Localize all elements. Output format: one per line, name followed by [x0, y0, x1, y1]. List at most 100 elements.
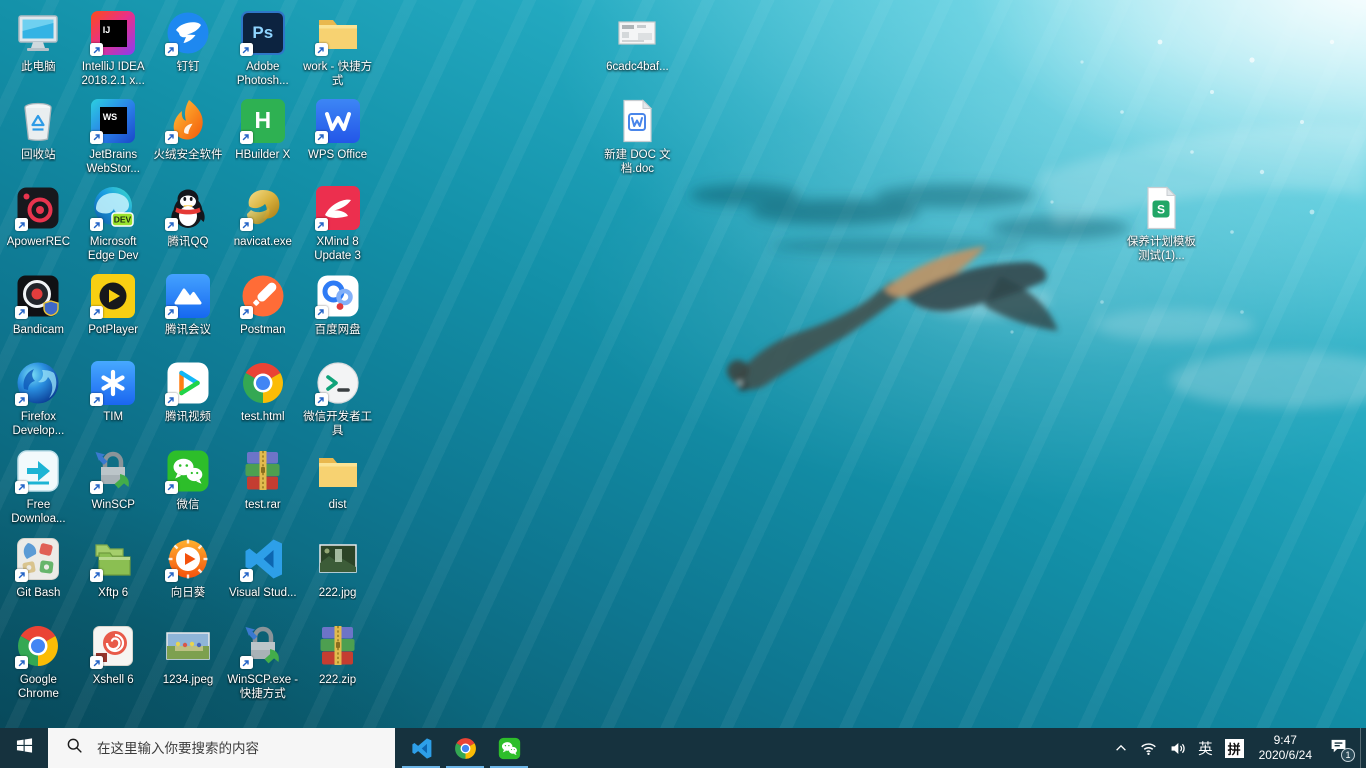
taskbar-app-wechat[interactable]: [487, 728, 531, 768]
desktop-icon-huorong[interactable]: 火绒安全软件: [151, 94, 226, 182]
idea-icon: IJ: [89, 9, 137, 57]
desktop-icon-folder[interactable]: dist: [300, 444, 375, 532]
shortcut-arrow-icon: [90, 43, 103, 56]
desktop-icon-xftp[interactable]: Xftp 6: [76, 532, 151, 620]
taskbar-app-vscode[interactable]: [399, 728, 443, 768]
show-desktop-button[interactable]: [1360, 728, 1366, 768]
desktop-icon-hbuilderx[interactable]: H HBuilder X: [225, 94, 300, 182]
desktop-icon-wps[interactable]: WPS Office: [300, 94, 375, 182]
volume-icon[interactable]: [1163, 728, 1192, 768]
shortcut-arrow-icon: [315, 131, 328, 144]
image-thumb-icon: [613, 9, 661, 57]
shortcut-arrow-icon: [15, 306, 28, 319]
network-wifi-icon[interactable]: [1134, 728, 1163, 768]
ime-pinyin-icon: 拼: [1225, 739, 1244, 758]
desktop-icon-label: XMind 8 Update 3: [302, 235, 374, 263]
desktop-icon-tencent-meeting[interactable]: 腾讯会议: [151, 269, 226, 357]
desktop-icon-wechat-devtools[interactable]: 微信开发者工具: [300, 356, 375, 444]
desktop-icon-dingtalk[interactable]: 钉钉: [151, 6, 226, 94]
desktop-icon-chrome[interactable]: Google Chrome: [1, 619, 76, 707]
desktop[interactable]: 此电脑回收站ApowerREC Bandicam Firefox Develop..…: [0, 0, 1366, 768]
desktop-icon-folder[interactable]: work - 快捷方式: [300, 6, 375, 94]
desktop-icon-baidu-netdisk[interactable]: 百度网盘: [300, 269, 375, 357]
shortcut-arrow-icon: [15, 569, 28, 582]
shortcut-arrow-icon: [90, 306, 103, 319]
shortcut-arrow-icon: [240, 43, 253, 56]
notification-badge: 1: [1341, 748, 1355, 762]
desktop-icon-potplayer[interactable]: PotPlayer: [76, 269, 151, 357]
desktop-icon-image-thumb[interactable]: 6cadc4baf...: [600, 6, 675, 74]
photo-jpeg-icon: [164, 622, 212, 670]
photo-jpg-icon: [314, 535, 362, 583]
taskbar-clock[interactable]: 9:47 2020/6/24: [1250, 728, 1321, 768]
desktop-icon-recycle-bin[interactable]: 回收站: [1, 94, 76, 182]
photoshop-icon: Ps: [239, 9, 287, 57]
desktop-icon-winscp[interactable]: WinSCP: [76, 444, 151, 532]
winscp-icon: [239, 622, 287, 670]
desktop-icon-label: 222.zip: [319, 673, 356, 687]
wechat-icon: [497, 736, 522, 761]
desktop-icon-label: Bandicam: [13, 323, 64, 337]
windows-logo-icon: [16, 737, 33, 759]
desktop-icon-label: navicat.exe: [234, 235, 292, 249]
taskbar-search[interactable]: [48, 728, 395, 768]
desktop-icon-label: 向日葵: [171, 586, 206, 600]
desktop-icon-label: PotPlayer: [88, 323, 138, 337]
desktop-icon-xmind[interactable]: XMind 8 Update 3: [300, 181, 375, 269]
desktop-icon-tim[interactable]: TIM: [76, 356, 151, 444]
desktop-icon-gitbash[interactable]: Git Bash: [1, 532, 76, 620]
desktop-icon-winrar[interactable]: test.rar: [225, 444, 300, 532]
desktop-icon-qq[interactable]: 腾讯QQ: [151, 181, 226, 269]
desktop-icon-webstorm[interactable]: WSJetBrains WebStor...: [76, 94, 151, 182]
desktop-icon-wechat[interactable]: 微信: [151, 444, 226, 532]
language-indicator[interactable]: 英: [1192, 728, 1219, 768]
sunflower-icon: [164, 535, 212, 583]
desktop-icon-label: Firefox Develop...: [2, 410, 74, 438]
shortcut-arrow-icon: [315, 393, 328, 406]
start-button[interactable]: [0, 728, 48, 768]
desktop-icon-winrar[interactable]: 222.zip: [300, 619, 375, 707]
desktop-icon-photoshop[interactable]: PsAdobe Photosh...: [225, 6, 300, 94]
system-tray: 英 拼 9:47 2020/6/24 1: [1108, 728, 1366, 768]
xftp-icon: [89, 535, 137, 583]
shortcut-arrow-icon: [90, 656, 103, 669]
desktop-icon-label: 腾讯视频: [165, 410, 211, 424]
desktop-icon-navicat[interactable]: navicat.exe: [225, 181, 300, 269]
shortcut-arrow-icon: [240, 218, 253, 231]
desktop-icon-postman[interactable]: Postman: [225, 269, 300, 357]
shortcut-arrow-icon: [240, 131, 253, 144]
taskbar-app-chrome[interactable]: [443, 728, 487, 768]
desktop-icon-bandicam[interactable]: Bandicam: [1, 269, 76, 357]
desktop-icon-wps-sheet[interactable]: S保养计划模板测试(1)...: [1124, 181, 1199, 263]
search-input[interactable]: [95, 740, 379, 757]
action-center-button[interactable]: 1: [1321, 728, 1360, 768]
desktop-icon-doc-file[interactable]: 新建 DOC 文档.doc: [600, 94, 675, 176]
desktop-icon-tencent-video[interactable]: 腾讯视频: [151, 356, 226, 444]
desktop-icon-winscp[interactable]: WinSCP.exe - 快捷方式: [225, 619, 300, 707]
desktop-icon-label: JetBrains WebStor...: [77, 148, 149, 176]
desktop-icon-this-pc[interactable]: 此电脑: [1, 6, 76, 94]
fdm-icon: [14, 447, 62, 495]
desktop-icon-label: HBuilder X: [235, 148, 290, 162]
chrome-icon: [14, 622, 62, 670]
clock-date: 2020/6/24: [1259, 748, 1312, 763]
desktop-icon-photo-jpg[interactable]: 222.jpg: [300, 532, 375, 620]
desktop-icon-idea[interactable]: IJIntelliJ IDEA 2018.2.1 x...: [76, 6, 151, 94]
folder-icon: [314, 447, 362, 495]
svg-text:DEV: DEV: [114, 215, 132, 225]
desktop-icon-fdm[interactable]: Free Downloa...: [1, 444, 76, 532]
desktop-icon-label: Xshell 6: [93, 673, 134, 687]
desktop-icon-edge-dev[interactable]: DEVMicrosoft Edge Dev: [76, 181, 151, 269]
desktop-icon-sunflower[interactable]: 向日葵: [151, 532, 226, 620]
desktop-icon-chrome[interactable]: test.html: [225, 356, 300, 444]
desktop-icon-apowerrec[interactable]: ApowerREC: [1, 181, 76, 269]
ime-indicator[interactable]: 拼: [1219, 728, 1250, 768]
desktop-icon-photo-jpeg[interactable]: 1234.jpeg: [151, 619, 226, 707]
desktop-icon-firefox-dev[interactable]: Firefox Develop...: [1, 356, 76, 444]
hidden-icons-chevron[interactable]: [1108, 728, 1134, 768]
shortcut-arrow-icon: [315, 306, 328, 319]
desktop-icon-xshell[interactable]: Xshell 6: [76, 619, 151, 707]
desktop-icon-visual-studio[interactable]: Visual Stud...: [225, 532, 300, 620]
desktop-icon-label: dist: [329, 498, 347, 512]
hbuilderx-icon: H: [239, 97, 287, 145]
